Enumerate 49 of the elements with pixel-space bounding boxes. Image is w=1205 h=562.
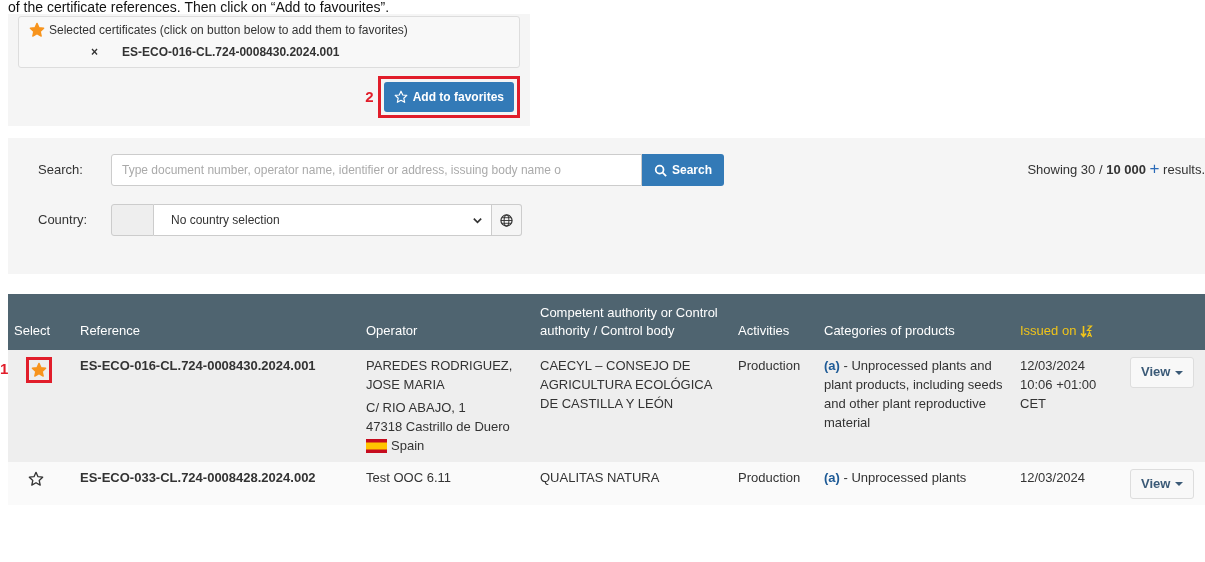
view-dropdown-button[interactable]: View xyxy=(1130,357,1195,389)
reference-cell-text: ES-ECO-033-CL.724-0008428.2024.002 xyxy=(80,468,317,487)
view-dropdown-button[interactable]: View xyxy=(1130,468,1195,500)
authority-cell-text: CAECYL – CONSEJO DE AGRICULTURA ECOLÓGICA DE CASTILLA Y LEÓN xyxy=(540,357,714,414)
activities-cell-text: Production xyxy=(738,468,802,487)
star-icon xyxy=(29,22,45,38)
country-name: Spain xyxy=(391,436,425,455)
search-field[interactable]: Type document number, operator name, identifier or address, issuing body name o xyxy=(111,154,642,186)
star-icon[interactable] xyxy=(31,362,47,379)
annotation-number: 1 xyxy=(0,359,9,380)
operator-name: Test OOC 6.11 xyxy=(366,468,452,487)
category-cell-text: (a) - Unprocessed plants and plant products, including seeds and other plant reproductive material xyxy=(824,357,1004,432)
issued-date: 12/03/2024 xyxy=(1020,468,1087,487)
globe-icon xyxy=(500,213,513,227)
more-results-link[interactable]: + xyxy=(1149,159,1160,179)
reference-cell-text: ES-ECO-016-CL.724-0008430.2024.001 xyxy=(80,357,317,376)
panel-title: Selected certificates (click on button below to add them to favorites) xyxy=(49,22,408,39)
star-icon[interactable] xyxy=(28,470,44,487)
remove-button[interactable]: × xyxy=(91,43,98,61)
instruction-text: of the certificate references. Then click on “Add to favourites”. xyxy=(7,0,391,14)
globe-button[interactable] xyxy=(492,204,522,236)
add-to-favorites-button[interactable]: Add to favorites xyxy=(383,82,514,112)
flag-icon xyxy=(366,439,387,454)
column-header: Categories of products xyxy=(818,294,1014,351)
search-icon xyxy=(654,163,667,177)
annotation-number: 2 xyxy=(365,86,374,107)
country-label: Country: xyxy=(38,211,89,230)
issued-date: 12/03/2024 10:06 +01:00 CET xyxy=(1020,357,1098,414)
column-header[interactable]: Issued on xyxy=(1014,294,1124,351)
search-label: Search: xyxy=(38,161,84,180)
column-header: Reference xyxy=(74,294,360,351)
column-header: Activities xyxy=(732,294,818,351)
selected-reference: ES-ECO-016-CL.724-0008430.2024.001 xyxy=(122,44,340,61)
results-count: Showing 30 / 10 000 + results. xyxy=(1027,160,1205,180)
column-header: Operator xyxy=(360,294,534,351)
caret-icon xyxy=(1175,370,1184,375)
country-select[interactable]: No country selection xyxy=(154,204,492,236)
sort-icon xyxy=(1080,325,1093,339)
authority-cell-text: QUALITAS NATURA xyxy=(540,468,661,487)
activities-cell-text: Production xyxy=(738,357,802,376)
category-cell-text: (a) - Unprocessed plants xyxy=(824,468,968,487)
star-icon xyxy=(393,90,408,104)
search-button[interactable]: Search xyxy=(642,154,725,186)
caret-icon xyxy=(1175,482,1184,486)
column-header: Competent authority or Control authority / Control body xyxy=(534,294,732,351)
operator-address: C/ RIO ABAJO, 1 47318 Castrillo de Duero xyxy=(366,399,511,436)
operator-name: PAREDES RODRIGUEZ, JOSE MARIA xyxy=(366,357,514,395)
flag-placeholder xyxy=(111,204,154,236)
column-header: Select xyxy=(8,294,74,351)
